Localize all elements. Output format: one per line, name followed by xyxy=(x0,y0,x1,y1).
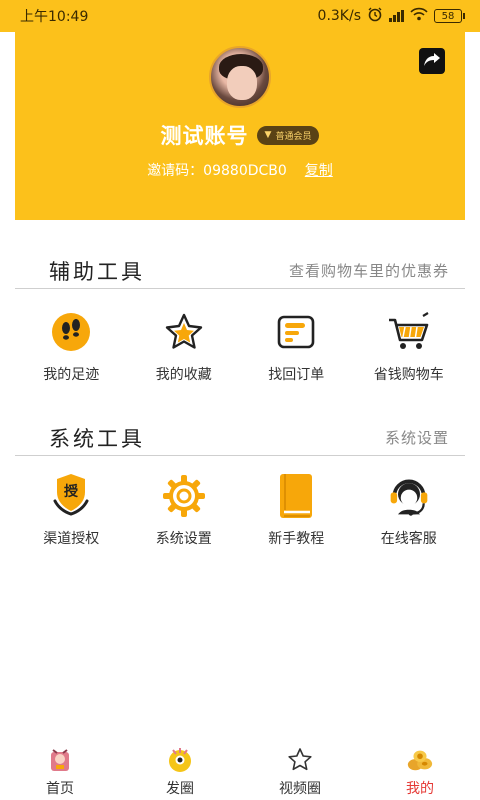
battery-icon: 58 xyxy=(434,9,465,23)
section-title: 系统工具 xyxy=(49,426,145,451)
tool-label: 省钱购物车 xyxy=(373,367,444,383)
invite-row: 邀请码：09880DCB0 复制 xyxy=(15,160,465,180)
tool-cart[interactable]: 省钱购物车 xyxy=(353,310,466,384)
network-speed: 0.3K/s xyxy=(317,8,361,24)
badge-triangle-icon: ▼ xyxy=(264,130,272,140)
battery-level: 58 xyxy=(441,10,455,22)
nav-item-me[interactable]: 我的 xyxy=(360,740,480,800)
customer-service-icon xyxy=(387,474,431,518)
alarm-icon xyxy=(367,6,383,26)
me-icon xyxy=(406,746,434,774)
tool-footprint[interactable]: 我的足迹 xyxy=(15,310,128,384)
nav-item-home[interactable]: 首页 xyxy=(0,740,120,800)
tool-label: 找回订单 xyxy=(268,367,325,383)
order-icon xyxy=(274,310,318,354)
status-indicators: 0.3K/s 58 xyxy=(317,6,465,26)
nav-item-post[interactable]: 发圈 xyxy=(120,740,240,800)
signal-icon xyxy=(389,10,404,22)
cart-icon xyxy=(387,310,431,354)
invite-code: 邀请码：09880DCB0 xyxy=(147,163,287,179)
tool-label: 渠道授权 xyxy=(43,531,100,547)
tool-label: 在线客服 xyxy=(380,531,437,547)
tool-label: 我的足迹 xyxy=(43,367,100,383)
avatar[interactable] xyxy=(209,46,271,108)
tool-find-order[interactable]: 找回订单 xyxy=(240,310,353,384)
assist-tools-header: 辅助工具 查看购物车里的优惠券 xyxy=(15,253,465,289)
status-bar: 上午10:49 0.3K/s 58 xyxy=(0,0,480,32)
video-star-icon xyxy=(286,746,314,774)
system-settings-link[interactable]: 系统设置 xyxy=(385,427,449,448)
tool-label: 我的收藏 xyxy=(155,367,212,383)
nav-label: 视频圈 xyxy=(279,781,321,797)
system-tools-header: 系统工具 系统设置 xyxy=(15,420,465,456)
star-icon xyxy=(162,310,206,354)
tool-tutorial[interactable]: 新手教程 xyxy=(240,474,353,548)
gear-icon xyxy=(162,474,206,518)
member-level: 普通会员 xyxy=(275,131,312,142)
tool-channel-authorize[interactable]: 授 渠道授权 xyxy=(15,474,128,548)
tool-label: 系统设置 xyxy=(155,531,212,547)
bottom-nav: 首页 发圈 视频圈 我的 xyxy=(0,740,480,800)
tool-label: 新手教程 xyxy=(268,531,325,547)
view-cart-coupons-link[interactable]: 查看购物车里的优惠券 xyxy=(289,260,449,281)
nav-label: 我的 xyxy=(406,781,434,797)
tool-system-settings[interactable]: 系统设置 xyxy=(128,474,241,548)
system-tools-row: 授 渠道授权 系统设置 新手教程 在线客服 xyxy=(15,474,465,548)
user-name: 测试账号 xyxy=(160,124,249,148)
profile-header: 测试账号 ▼ 普通会员 邀请码：09880DCB0 复制 xyxy=(15,32,465,220)
post-icon xyxy=(166,746,194,774)
nav-label: 首页 xyxy=(46,781,74,797)
footprint-icon xyxy=(49,310,93,354)
tool-customer-service[interactable]: 在线客服 xyxy=(353,474,466,548)
book-icon xyxy=(274,474,318,518)
wifi-icon xyxy=(410,7,428,25)
share-icon xyxy=(423,51,441,71)
section-title: 辅助工具 xyxy=(49,259,145,284)
nav-item-video[interactable]: 视频圈 xyxy=(240,740,360,800)
copy-link[interactable]: 复制 xyxy=(305,160,333,180)
authorize-icon: 授 xyxy=(49,474,93,518)
member-badge: ▼ 普通会员 xyxy=(256,125,320,145)
tool-favorites[interactable]: 我的收藏 xyxy=(128,310,241,384)
status-time: 上午10:49 xyxy=(20,9,89,25)
svg-text:授: 授 xyxy=(64,483,79,500)
name-row: 测试账号 ▼ 普通会员 xyxy=(15,120,465,150)
share-button[interactable] xyxy=(419,48,445,74)
home-icon xyxy=(46,746,74,774)
nav-label: 发圈 xyxy=(166,781,194,797)
assist-tools-row: 我的足迹 我的收藏 找回订单 省钱购物车 xyxy=(15,310,465,384)
